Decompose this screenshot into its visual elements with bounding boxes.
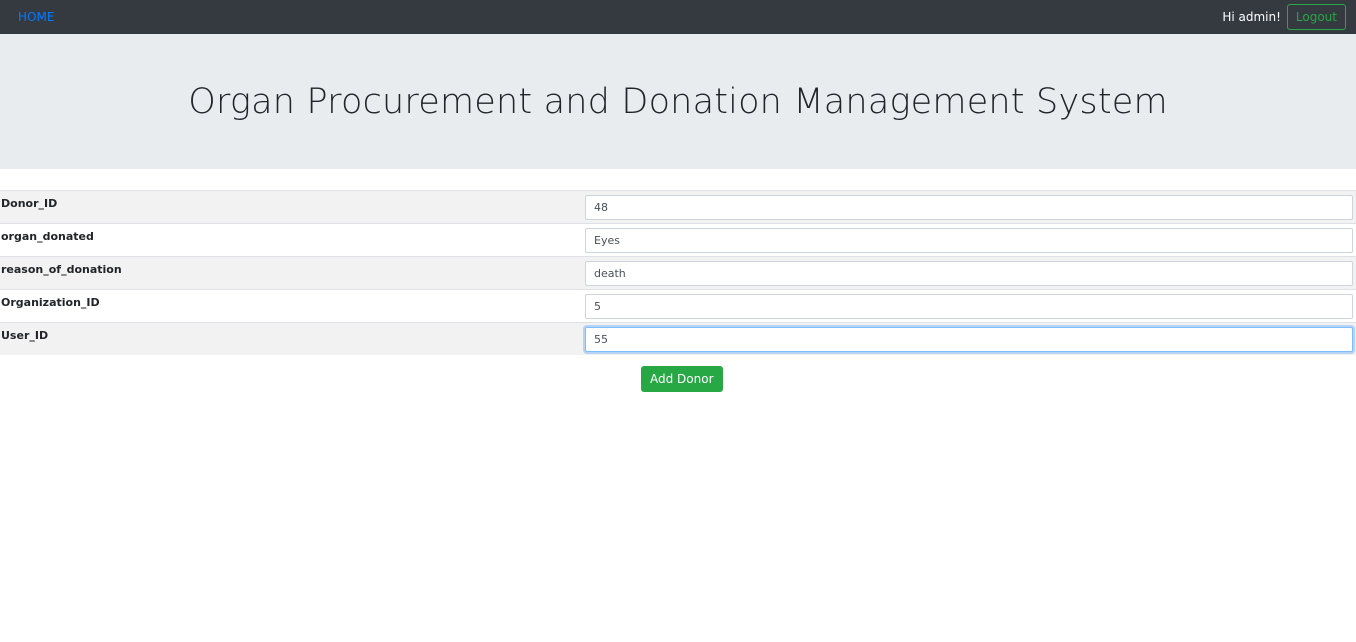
donor-id-field[interactable] [585, 195, 1353, 220]
reason-of-donation-field[interactable] [585, 261, 1353, 286]
form-row-organ-donated: organ_donated [0, 223, 1356, 256]
field-label: Organization_ID [1, 296, 100, 309]
form-row-reason-of-donation: reason_of_donation [0, 256, 1356, 289]
page-title: Organ Procurement and Donation Managemen… [188, 81, 1168, 122]
home-link[interactable]: HOME [18, 10, 54, 24]
submit-area: Add Donor [0, 366, 1356, 392]
donor-form: Donor_ID organ_donated reason_of_donatio… [0, 190, 1356, 355]
add-donor-button[interactable]: Add Donor [641, 366, 723, 392]
navbar-user-area: Hi admin! Logout [1222, 4, 1346, 30]
field-label: Donor_ID [1, 197, 58, 210]
form-row-donor-id: Donor_ID [0, 190, 1356, 223]
organ-donated-field[interactable] [585, 228, 1353, 253]
user-greeting: Hi admin! [1222, 10, 1281, 24]
user-id-field[interactable] [585, 327, 1353, 352]
form-row-user-id: User_ID [0, 322, 1356, 355]
top-navbar: HOME Hi admin! Logout [0, 0, 1356, 34]
field-label: organ_donated [1, 230, 94, 243]
field-label: reason_of_donation [1, 263, 122, 276]
field-label: User_ID [1, 329, 49, 342]
form-row-organization-id: Organization_ID [0, 289, 1356, 322]
organization-id-field[interactable] [585, 294, 1353, 319]
jumbotron-header: Organ Procurement and Donation Managemen… [0, 34, 1356, 169]
logout-button[interactable]: Logout [1286, 4, 1346, 30]
